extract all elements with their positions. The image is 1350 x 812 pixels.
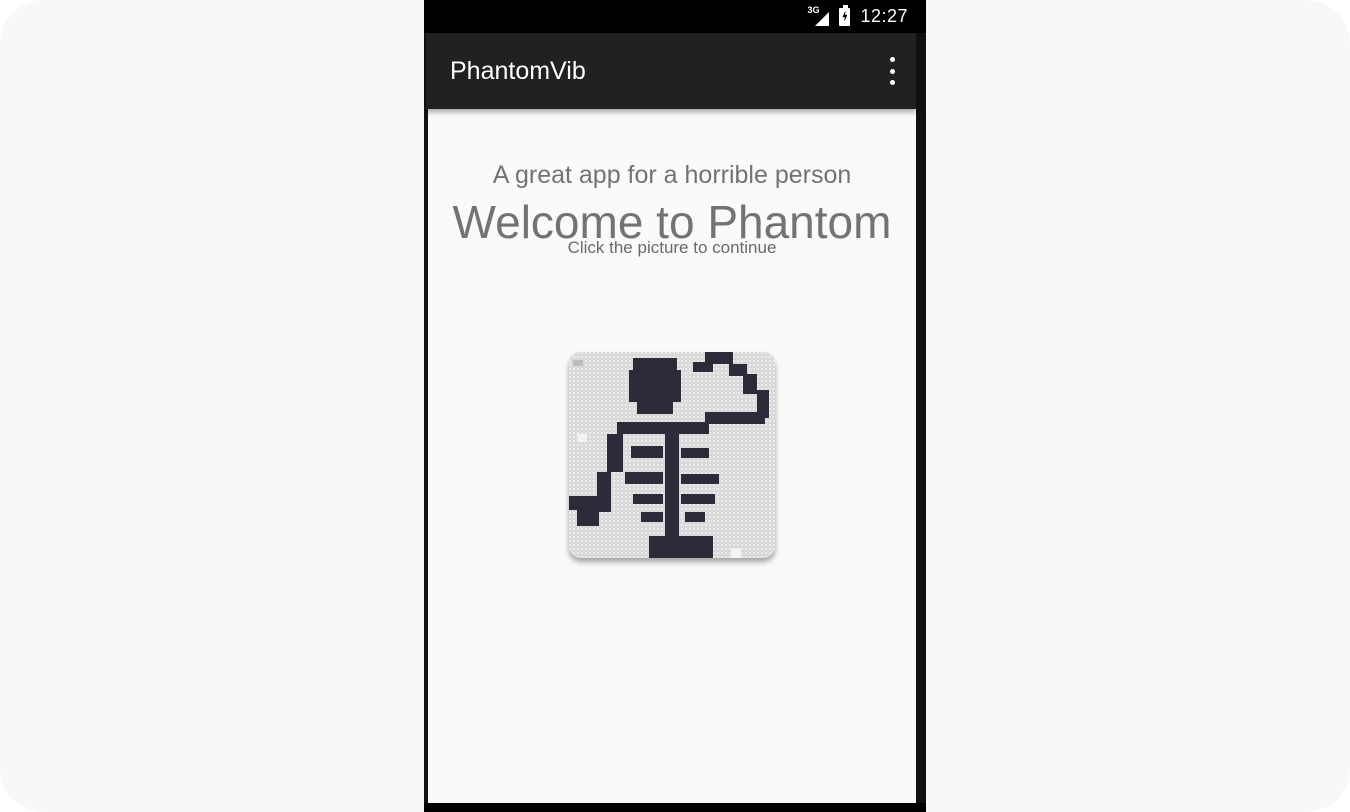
more-vert-icon[interactable] xyxy=(886,57,898,85)
main-content: A great app for a horrible person Welcom… xyxy=(428,109,916,803)
phone-screen: 3G 12:27 PhantomVib A great app for a ho… xyxy=(424,0,926,812)
backdrop: 3G 12:27 PhantomVib A great app for a ho… xyxy=(0,0,1350,812)
tagline: A great app for a horrible person xyxy=(492,161,852,189)
signal-icon: 3G xyxy=(807,5,830,26)
status-bar: 3G 12:27 xyxy=(424,0,926,33)
navigation-bar xyxy=(424,803,926,812)
status-time: 12:27 xyxy=(860,6,908,26)
skeleton-pixel-icon xyxy=(569,352,775,558)
battery-charging-icon xyxy=(839,4,851,26)
status-icons: 3G 12:27 xyxy=(807,0,908,33)
app-title: PhantomVib xyxy=(450,57,586,85)
skeleton-picture-button[interactable] xyxy=(569,352,775,558)
continue-hint: Click the picture to continue xyxy=(567,238,777,257)
app-bar: PhantomVib xyxy=(426,33,916,109)
